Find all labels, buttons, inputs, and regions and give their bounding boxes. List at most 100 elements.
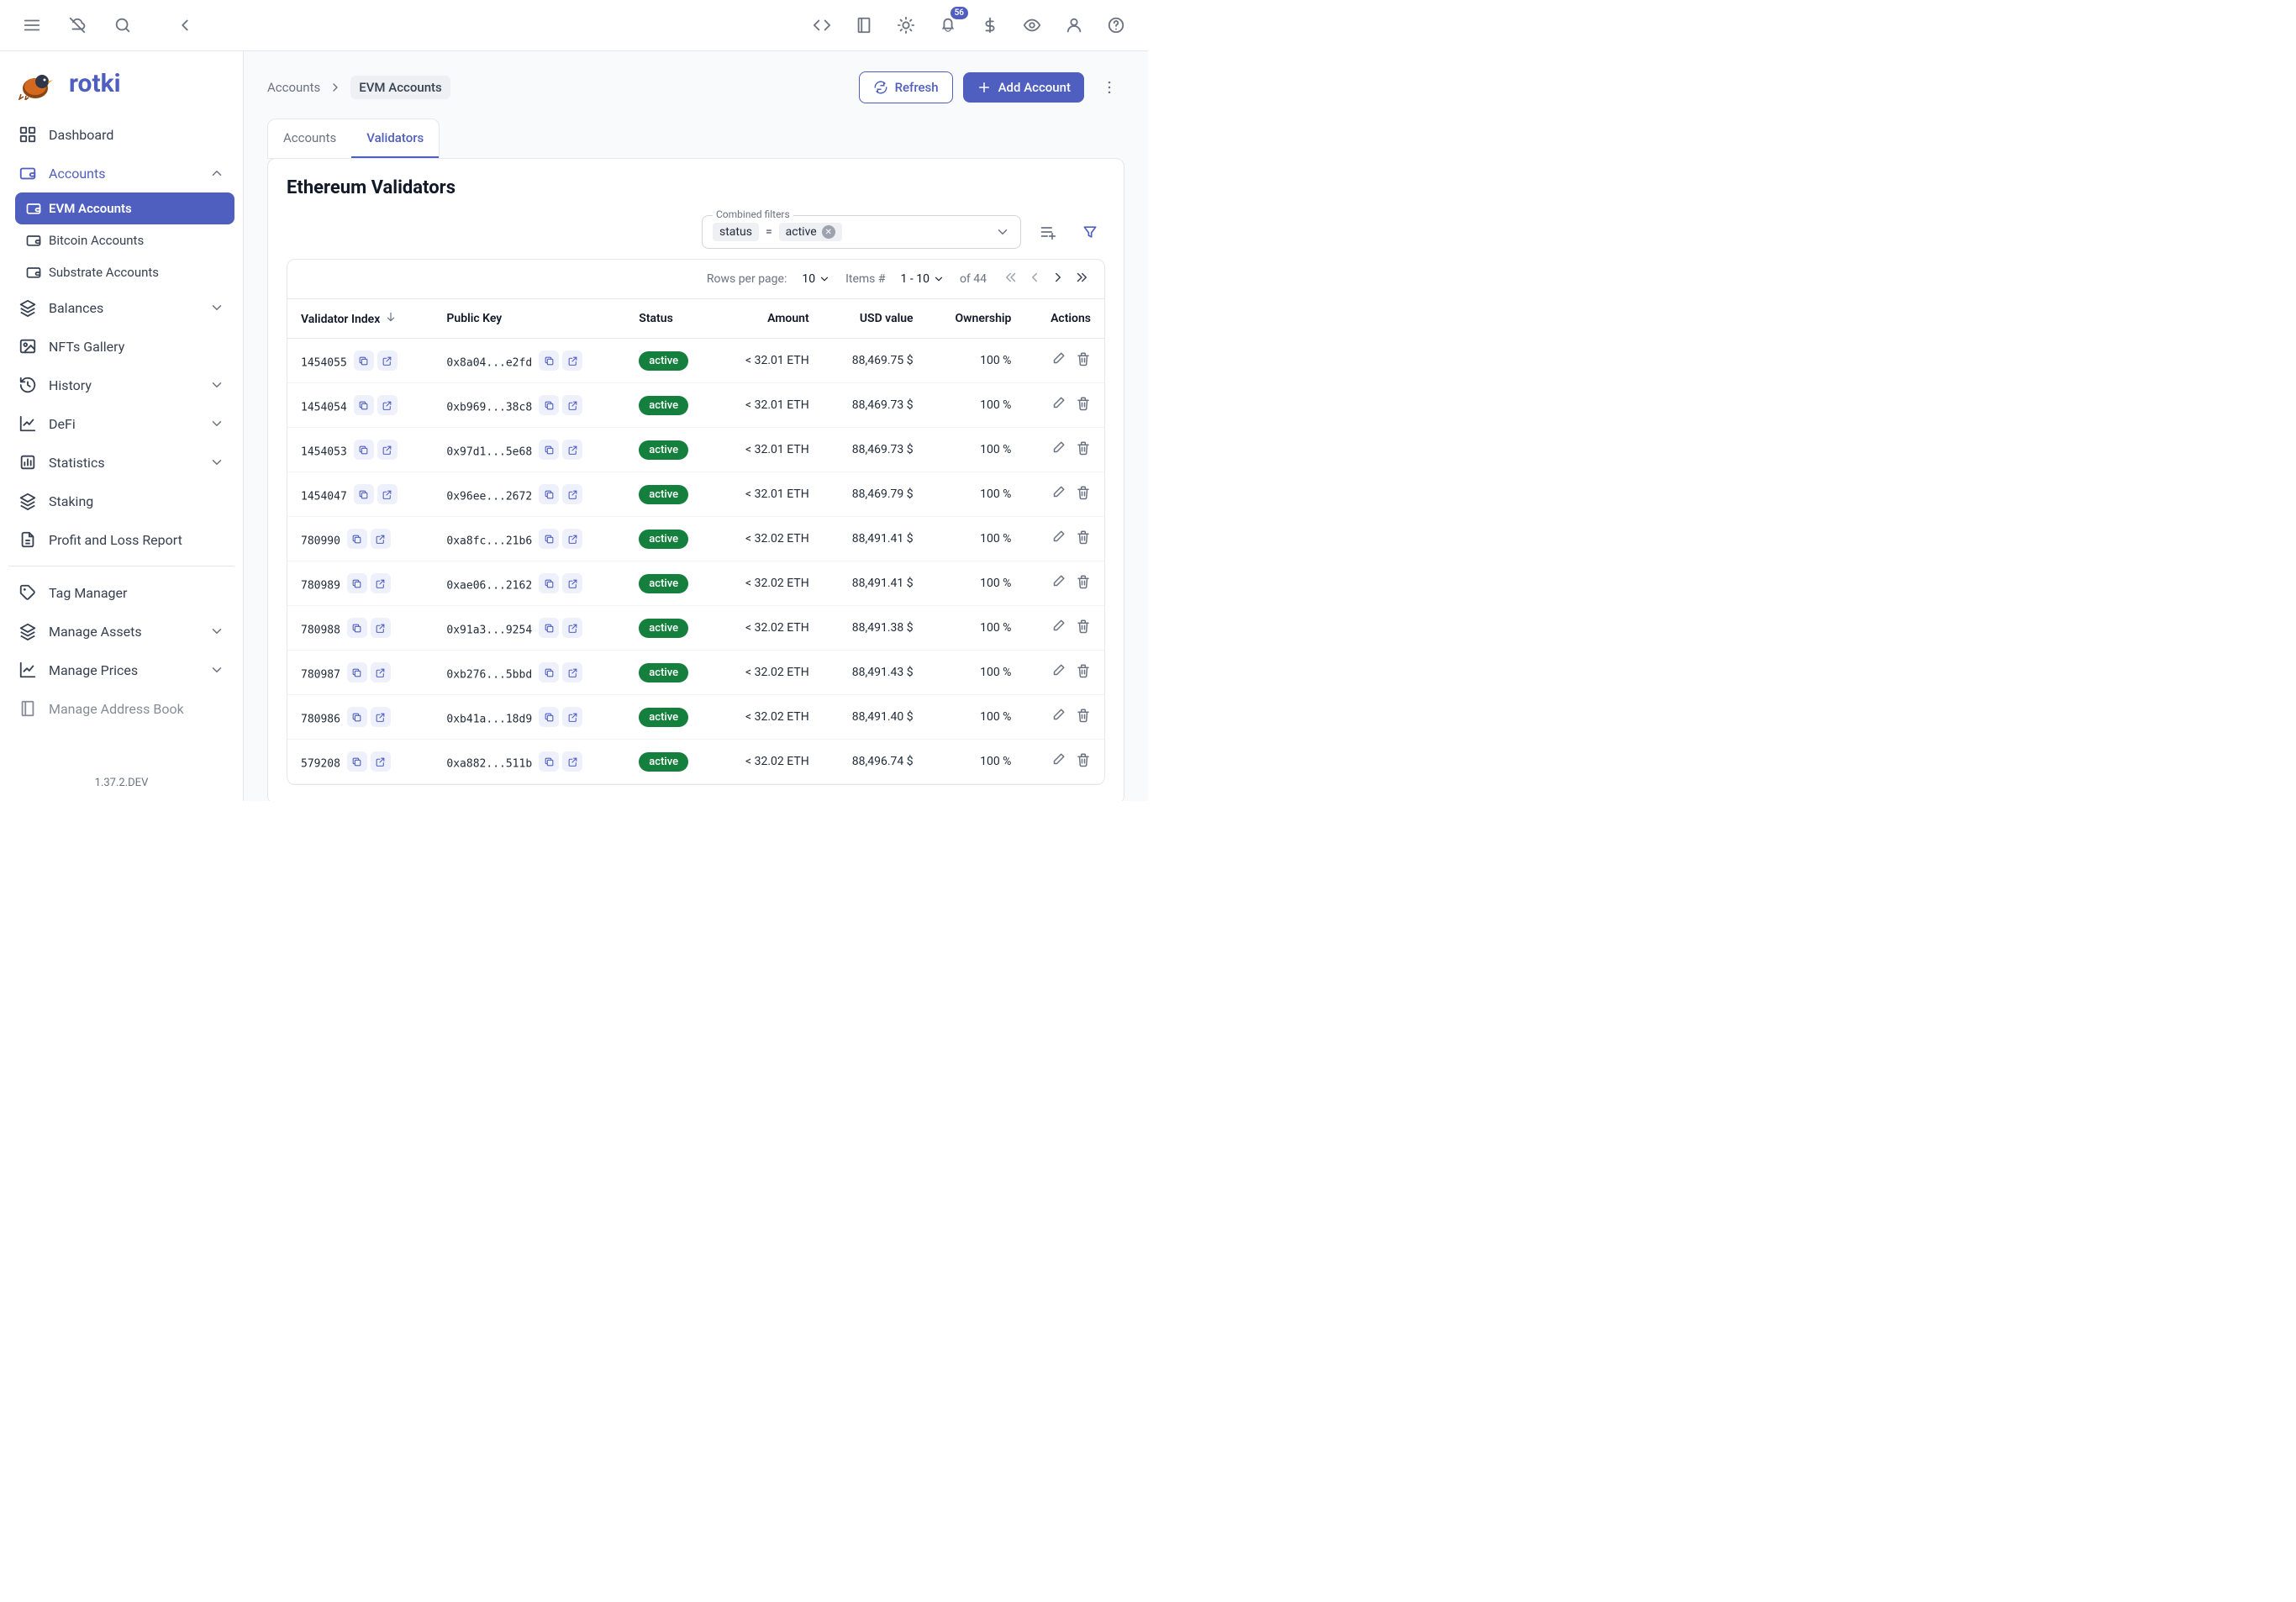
edit-icon[interactable]: [1051, 752, 1066, 771]
logo[interactable]: rotki: [0, 51, 243, 108]
col-usd[interactable]: USD value: [823, 299, 927, 339]
copy-icon[interactable]: [347, 573, 367, 593]
sidebar-item-balances[interactable]: Balances: [8, 288, 234, 327]
external-link-icon[interactable]: [562, 350, 582, 371]
copy-icon[interactable]: [347, 751, 367, 772]
sidebar-item-manage-prices[interactable]: Manage Prices: [8, 651, 234, 689]
copy-icon[interactable]: [354, 350, 374, 371]
col-public-key[interactable]: Public Key: [433, 299, 625, 339]
page-next-icon[interactable]: [1049, 268, 1067, 290]
edit-icon[interactable]: [1051, 619, 1066, 637]
edit-icon[interactable]: [1051, 574, 1066, 593]
delete-icon[interactable]: [1076, 752, 1091, 771]
sidebar-item-bitcoin-accounts[interactable]: Bitcoin Accounts: [15, 224, 234, 256]
external-link-icon[interactable]: [371, 529, 391, 549]
sidebar-item-evm-accounts[interactable]: EVM Accounts: [15, 192, 234, 224]
edit-icon[interactable]: [1051, 485, 1066, 503]
sidebar-item-substrate-accounts[interactable]: Substrate Accounts: [15, 256, 234, 288]
external-link-icon[interactable]: [562, 395, 582, 415]
copy-icon[interactable]: [354, 440, 374, 460]
copy-icon[interactable]: [539, 350, 559, 371]
page-prev-icon[interactable]: [1025, 268, 1044, 290]
delete-icon[interactable]: [1076, 663, 1091, 682]
col-validator-index[interactable]: Validator Index: [287, 299, 433, 339]
sidebar-item-accounts[interactable]: Accounts: [8, 154, 234, 192]
external-link-icon[interactable]: [371, 751, 391, 772]
sidebar-item-defi[interactable]: DeFi: [8, 404, 234, 443]
col-amount[interactable]: Amount: [716, 299, 823, 339]
back-icon[interactable]: [170, 10, 200, 40]
copy-icon[interactable]: [539, 440, 559, 460]
sidebar-item-history[interactable]: History: [8, 366, 234, 404]
external-link-icon[interactable]: [377, 395, 398, 415]
external-link-icon[interactable]: [562, 573, 582, 593]
items-range-select[interactable]: 1 - 10: [901, 272, 945, 286]
more-menu-icon[interactable]: [1094, 72, 1124, 103]
col-status[interactable]: Status: [625, 299, 715, 339]
book-icon[interactable]: [849, 10, 879, 40]
delete-icon[interactable]: [1076, 530, 1091, 548]
menu-icon[interactable]: [17, 10, 47, 40]
external-link-icon[interactable]: [562, 529, 582, 549]
sidebar-item-nfts[interactable]: NFTs Gallery: [8, 327, 234, 366]
edit-icon[interactable]: [1051, 440, 1066, 459]
copy-icon[interactable]: [539, 529, 559, 549]
chevron-down-icon[interactable]: [995, 224, 1010, 240]
delete-icon[interactable]: [1076, 485, 1091, 503]
sidebar-item-address-book[interactable]: Manage Address Book: [8, 689, 234, 728]
copy-icon[interactable]: [539, 707, 559, 727]
edit-icon[interactable]: [1051, 530, 1066, 548]
sidebar-item-pnl[interactable]: Profit and Loss Report: [8, 520, 234, 559]
tab-accounts[interactable]: Accounts: [268, 119, 351, 158]
edit-icon[interactable]: [1051, 708, 1066, 726]
delete-icon[interactable]: [1076, 708, 1091, 726]
page-last-icon[interactable]: [1072, 268, 1091, 290]
theme-icon[interactable]: [891, 10, 921, 40]
cloud-off-icon[interactable]: [62, 10, 92, 40]
copy-icon[interactable]: [347, 707, 367, 727]
edit-icon[interactable]: [1051, 396, 1066, 414]
sidebar-item-tag-manager[interactable]: Tag Manager: [8, 573, 234, 612]
rows-per-page-select[interactable]: 10: [802, 272, 830, 286]
external-link-icon[interactable]: [562, 440, 582, 460]
external-link-icon[interactable]: [371, 662, 391, 682]
breadcrumb-root[interactable]: Accounts: [267, 80, 320, 95]
external-link-icon[interactable]: [371, 618, 391, 638]
delete-icon[interactable]: [1076, 440, 1091, 459]
code-icon[interactable]: [807, 10, 837, 40]
copy-icon[interactable]: [539, 618, 559, 638]
copy-icon[interactable]: [354, 484, 374, 504]
delete-icon[interactable]: [1076, 396, 1091, 414]
copy-icon[interactable]: [354, 395, 374, 415]
close-icon[interactable]: ✕: [822, 225, 835, 239]
external-link-icon[interactable]: [371, 707, 391, 727]
copy-icon[interactable]: [347, 618, 367, 638]
page-first-icon[interactable]: [1002, 268, 1020, 290]
external-link-icon[interactable]: [562, 751, 582, 772]
privacy-icon[interactable]: [1017, 10, 1047, 40]
external-link-icon[interactable]: [377, 440, 398, 460]
search-icon[interactable]: [108, 10, 138, 40]
copy-icon[interactable]: [539, 484, 559, 504]
edit-icon[interactable]: [1051, 663, 1066, 682]
col-ownership[interactable]: Ownership: [927, 299, 1025, 339]
notifications-icon[interactable]: 56: [933, 10, 963, 40]
help-icon[interactable]: [1101, 10, 1131, 40]
currency-icon[interactable]: [975, 10, 1005, 40]
sidebar-item-manage-assets[interactable]: Manage Assets: [8, 612, 234, 651]
tab-validators[interactable]: Validators: [351, 119, 439, 158]
filter-icon[interactable]: [1075, 217, 1105, 247]
copy-icon[interactable]: [539, 751, 559, 772]
add-filter-icon[interactable]: [1033, 217, 1063, 247]
copy-icon[interactable]: [539, 662, 559, 682]
copy-icon[interactable]: [539, 395, 559, 415]
copy-icon[interactable]: [347, 662, 367, 682]
sidebar-item-statistics[interactable]: Statistics: [8, 443, 234, 482]
copy-icon[interactable]: [539, 573, 559, 593]
external-link-icon[interactable]: [377, 350, 398, 371]
edit-icon[interactable]: [1051, 351, 1066, 370]
external-link-icon[interactable]: [562, 662, 582, 682]
external-link-icon[interactable]: [562, 618, 582, 638]
user-icon[interactable]: [1059, 10, 1089, 40]
sidebar-item-dashboard[interactable]: Dashboard: [8, 115, 234, 154]
